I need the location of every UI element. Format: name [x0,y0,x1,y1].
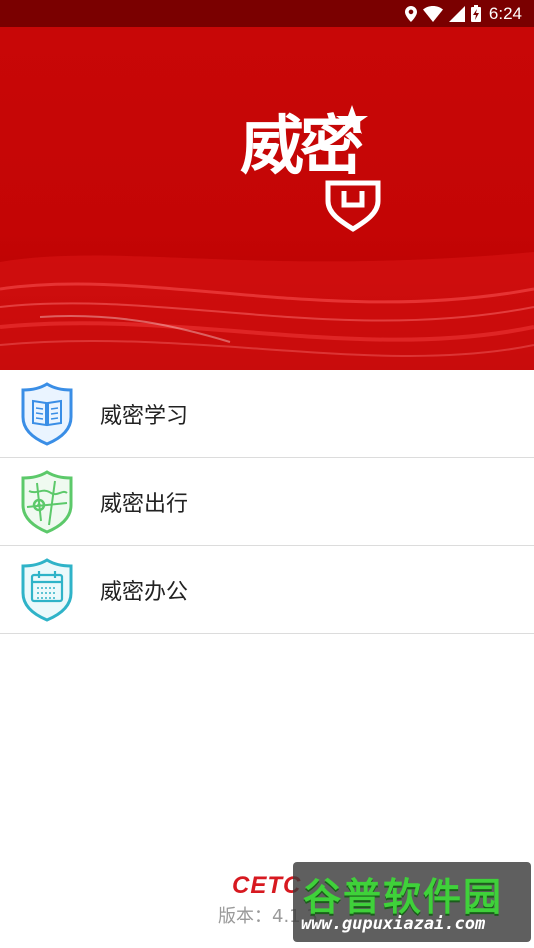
menu-item-office[interactable]: 威密办公 [0,546,534,634]
menu-item-label: 威密学习 [100,403,189,429]
battery-charging-icon [470,5,481,22]
watermark-url: www.gupuxiazai.com [301,914,486,934]
menu-list: 威密学习 威密出行 威密办公 [0,370,534,634]
status-bar: 6:24 [0,0,534,27]
book-shield-icon [19,381,75,447]
calendar-shield-icon [19,557,75,623]
status-time: 6:24 [488,3,522,23]
menu-item-travel[interactable]: 威密出行 [0,458,534,546]
shield-star-icon [325,105,381,232]
app-logo: 威密 [240,97,400,237]
cetc-logo: CETC [232,872,302,899]
menu-item-label: 威密办公 [100,579,189,605]
watermark-title: 谷普软件园 [303,875,504,919]
menu-item-label: 威密出行 [100,491,189,517]
menu-item-study[interactable]: 威密学习 [0,370,534,458]
map-shield-icon [19,469,75,535]
signal-icon [448,5,465,22]
location-icon [404,5,417,22]
watermark: 谷普软件园 www.gupuxiazai.com [293,862,531,942]
header-banner: 威密 [0,27,534,370]
wifi-icon [422,5,443,22]
